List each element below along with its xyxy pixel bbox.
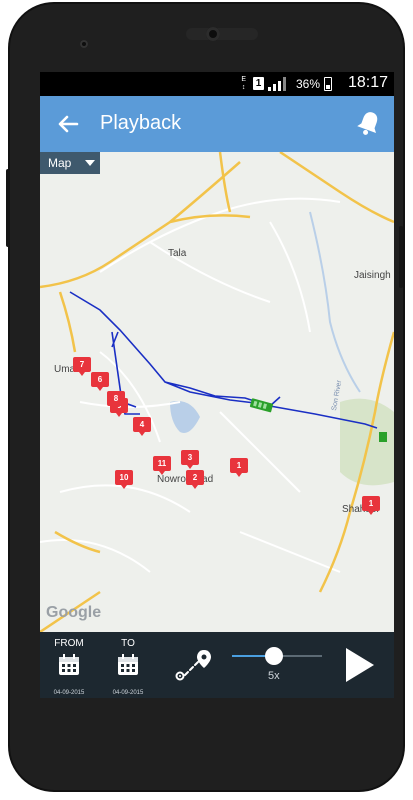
map-type-selector[interactable]: Map [40,152,100,174]
network-type-icon: E ↕ [241,76,246,91]
map-marker[interactable]: 8 [107,391,125,410]
chevron-down-icon [85,160,95,166]
from-label: FROM [54,638,84,649]
signal-icon [268,77,286,91]
bell-icon[interactable] [354,108,384,138]
map-marker[interactable]: 1 [230,458,248,477]
map-marker[interactable]: 3 [181,450,199,469]
phone-frame: E ↕ 1 36% 18:17 Playback Map Tala Jaisin… [6,4,403,790]
map-marker[interactable]: 1 [362,496,380,515]
map-marker[interactable]: 7 [73,357,91,376]
to-label: TO [121,638,135,649]
place-label: Tala [168,248,187,259]
speed-label: 5x [268,670,280,682]
playback-controls: FROM 04-09-2015 TO 04-09-2015 5x [40,632,394,698]
sim-icon: 1 [253,77,264,90]
map-view[interactable]: Map Tala Jaisingh Umaria Nowrozabad Shah… [40,152,394,632]
page-title: Playback [100,112,182,134]
map-marker[interactable]: 10 [115,470,133,489]
calendar-icon[interactable] [117,654,139,676]
clock: 18:17 [347,74,388,91]
from-date-picker[interactable]: FROM 04-09-2015 [44,636,94,696]
battery-percent: 36% [295,77,320,91]
from-date: 04-09-2015 [53,690,85,696]
map-marker[interactable]: 2 [186,470,204,489]
volume-button [399,226,403,288]
app-bar: Playback [40,96,394,152]
play-icon[interactable] [342,646,378,684]
map-marker[interactable]: 6 [91,372,109,391]
place-label: Jaisingh [354,270,391,281]
power-button [6,169,10,247]
earpiece-speaker [178,26,266,42]
speed-slider-thumb[interactable] [265,647,284,665]
map-marker[interactable]: 11 [153,456,171,475]
map-marker[interactable]: 4 [133,417,151,436]
to-date: 04-09-2015 [112,690,144,696]
route-icon[interactable] [174,648,212,684]
front-camera [80,40,88,48]
screen: E ↕ 1 36% 18:17 Playback Map Tala Jaisin… [40,72,394,698]
status-bar: E ↕ 1 36% 18:17 [40,72,394,96]
google-attribution: Google [46,604,102,621]
destination-flag [379,432,387,442]
to-date-picker[interactable]: TO 04-09-2015 [103,636,153,696]
battery-icon [324,77,332,91]
speed-slider[interactable] [232,646,322,666]
calendar-icon[interactable] [58,654,80,676]
vehicle-icon [249,398,274,413]
arrow-left-icon[interactable] [52,108,84,140]
